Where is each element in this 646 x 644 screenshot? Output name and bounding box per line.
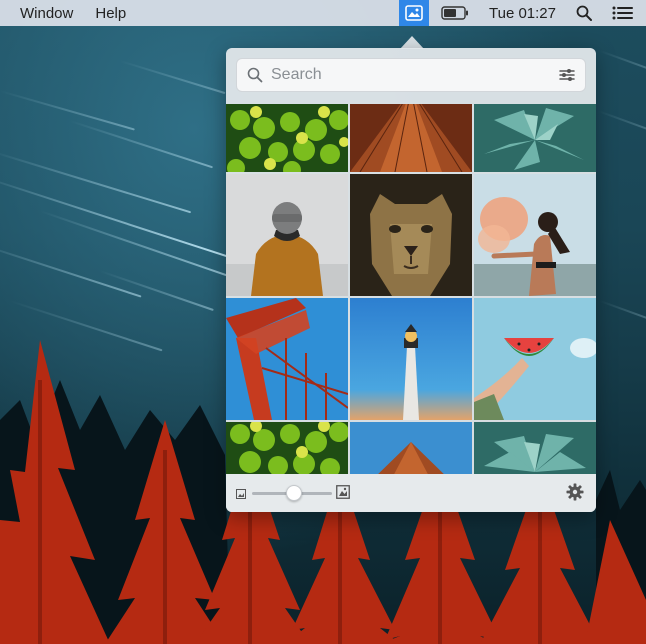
- photos-app-icon[interactable]: [399, 0, 429, 26]
- search-input[interactable]: [271, 66, 541, 84]
- photo-succulent[interactable]: [474, 104, 596, 172]
- gear-icon[interactable]: [566, 483, 584, 506]
- photo-watermelon-slice[interactable]: [474, 298, 596, 420]
- popover-footer: [226, 474, 596, 512]
- photo-grid: [226, 104, 596, 474]
- photo-limes[interactable]: [226, 104, 348, 172]
- menu-help[interactable]: Help: [95, 5, 126, 22]
- battery-icon[interactable]: [441, 6, 469, 20]
- search-bar[interactable]: [236, 58, 586, 92]
- status-area: Tue 01:27: [399, 0, 646, 26]
- menu-bar: Window Help Tue 01:27: [0, 0, 646, 26]
- thumbnail-size-slider[interactable]: [252, 485, 334, 501]
- photo-woman-with-smoke[interactable]: [474, 174, 596, 296]
- photo-lioness[interactable]: [350, 174, 472, 296]
- large-thumbnail-icon[interactable]: [336, 485, 350, 504]
- search-icon: [247, 67, 263, 83]
- small-thumbnail-icon[interactable]: [236, 486, 246, 504]
- slider-knob[interactable]: [286, 485, 302, 501]
- photo-building-looking-up[interactable]: [350, 104, 472, 172]
- photo-limes[interactable]: [226, 422, 348, 474]
- spotlight-search-icon[interactable]: [576, 5, 592, 21]
- photo-person-in-beanie[interactable]: [226, 174, 348, 296]
- menu-window[interactable]: Window: [20, 5, 73, 22]
- photo-golden-gate-bridge[interactable]: [226, 298, 348, 420]
- sliders-icon[interactable]: [559, 68, 575, 82]
- notification-list-icon[interactable]: [612, 5, 634, 21]
- photo-building-looking-up[interactable]: [350, 422, 472, 474]
- menu-clock[interactable]: Tue 01:27: [489, 5, 556, 22]
- photos-popover: [226, 48, 596, 512]
- photo-lighthouse[interactable]: [350, 298, 472, 420]
- photo-succulent[interactable]: [474, 422, 596, 474]
